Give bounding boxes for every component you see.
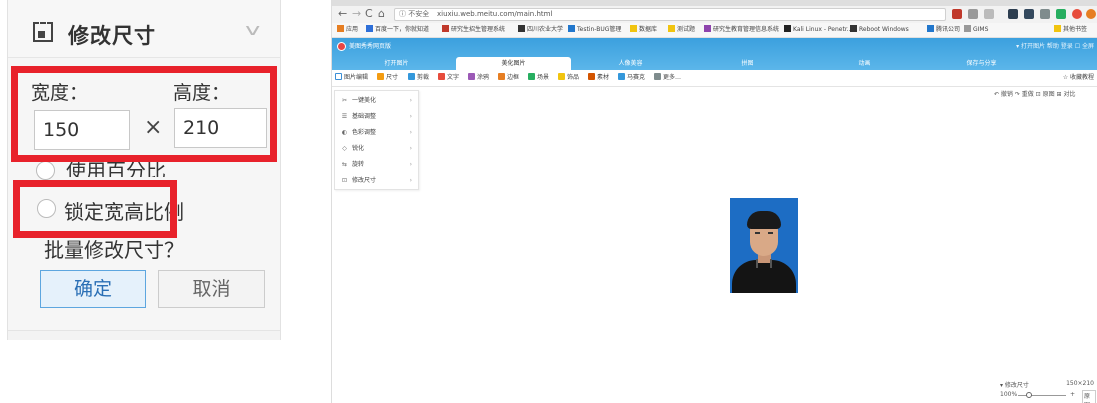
translate-icon[interactable] [952,9,962,19]
extension-icon[interactable] [1008,9,1018,19]
image-size: 150×210 [1066,380,1094,387]
header-actions[interactable]: ▾ 打开图片 帮助 登录 ☐ 全屏 [1016,41,1094,52]
panel-title: 修改尺寸 [68,24,156,48]
chevron-right-icon: › [409,113,412,120]
sharpen-icon: ◇ [342,145,347,152]
tab-open-image[interactable]: 打开图片 [339,57,454,70]
chevron-right-icon: › [409,177,412,184]
tool-item[interactable]: 场景 [528,73,549,83]
portrait-photo [730,198,798,293]
back-icon[interactable]: ← [338,7,347,21]
tutorial-link[interactable]: ☆ 收藏教程 [1063,73,1094,83]
status-title[interactable]: ▾ 修改尺寸 [1000,380,1029,389]
menu-item-basic-adjust[interactable]: ☰ 基础调整 › [335,109,420,125]
bookmark-item[interactable]: 四川农业大学 [518,25,563,35]
tool-item[interactable]: 文字 [438,73,459,83]
tool-item[interactable]: 剪裁 [408,73,429,83]
menu-item-sharpen[interactable]: ◇ 锐化 › [335,141,420,157]
bookmark-item[interactable]: 腾讯公司 [927,25,960,35]
resize-icon [33,22,53,42]
app-logo-icon [337,42,346,51]
menu-item-auto-beautify[interactable]: ✂ 一键美化 › [335,93,420,109]
tool-item[interactable]: 涂鸦 [468,73,489,83]
menu-item-color-adjust[interactable]: ◐ 色彩调整 › [335,125,420,141]
resize-icon: ⊡ [341,177,348,184]
address-bar-row: ← → C ⌂ ⓘ 不安全 xiuxiu.web.meitu.com/main.… [332,6,1097,23]
tool-item[interactable]: 边框 [498,73,519,83]
extension-icon[interactable] [1040,9,1050,19]
highlight-box-lock-ratio [13,180,177,238]
extension-icon[interactable] [1072,9,1082,19]
zoom-icon[interactable] [968,9,978,19]
bookmark-item[interactable]: 研究生教育管理信息系统 [704,25,779,35]
app-tabs: 打开图片 美化图片 人像美容 拼图 动画 保存与分享 [339,57,1091,70]
extension-icon[interactable] [1056,9,1066,19]
bookmark-item[interactable]: 百度一下，你就知道 [366,25,429,35]
bookmark-item[interactable]: Testin-BUG管理 [568,25,621,35]
status-bar: ▾ 修改尺寸 150×210 100% + 原图 [996,378,1096,403]
tab-animation[interactable]: 动画 [807,57,922,70]
star-icon[interactable] [984,9,994,19]
zoom-in-button[interactable]: + [1070,391,1075,398]
reload-icon[interactable]: C [365,7,373,21]
menu-item-rotate[interactable]: ⇆ 旋转 › [335,157,420,173]
cancel-button[interactable]: 取消 [158,270,265,308]
tool-item[interactable]: 饰品 [558,73,579,83]
not-secure-label[interactable]: ⓘ 不安全 [399,9,429,20]
app-header: 美图秀秀网页版 ▾ 打开图片 帮助 登录 ☐ 全屏 打开图片 美化图片 人像美容… [332,38,1097,70]
tab-save-share[interactable]: 保存与分享 [924,57,1039,70]
bookmark-item[interactable]: Kali Linux - Penetr... [784,25,852,35]
edit-toolbar: 图片编辑 尺寸 剪裁 文字 涂鸦 边框 场景 饰品 素材 马赛克 更多… ☆ 收… [332,70,1097,87]
tool-image-edit[interactable]: 图片编辑 [335,73,368,83]
tool-item[interactable]: 素材 [588,73,609,83]
chevron-right-icon: › [409,145,412,152]
url-field[interactable]: ⓘ 不安全 xiuxiu.web.meitu.com/main.html [394,8,946,21]
app-name: 美图秀秀网页版 [349,43,392,50]
original-size-button[interactable]: 原图 [1082,390,1096,403]
resize-panel: 修改尺寸 v 宽度： 高度： × 使用百分比 锁定宽高比例 批量修改尺寸？ 确定… [7,0,281,340]
tab-beautify[interactable]: 美化图片 [456,57,571,70]
sliders-icon: ☰ [341,113,348,120]
bookmark-item[interactable]: 数据库 [630,25,657,35]
bookmark-item[interactable]: 其他书签 [1054,25,1087,35]
bookmark-item[interactable]: 测试题 [668,25,695,35]
forward-icon[interactable]: → [352,7,361,21]
tool-item[interactable]: 更多… [654,73,681,83]
tool-item[interactable]: 尺寸 [377,73,398,83]
panel-header[interactable]: 修改尺寸 v [8,0,280,58]
chevron-right-icon: › [409,97,412,104]
url-text: xiuxiu.web.meitu.com/main.html [437,10,553,18]
tab-collage[interactable]: 拼图 [690,57,805,70]
chevron-right-icon: › [409,129,412,136]
batch-resize-link[interactable]: 批量修改尺寸？ [44,234,184,263]
bookmark-item[interactable]: 研究生招生管理系统 [442,25,505,35]
zoom-level: 100% [1000,391,1018,398]
rotate-icon: ⇆ [341,161,348,168]
panel-footer [8,330,280,340]
browser-window: ← → C ⌂ ⓘ 不安全 xiuxiu.web.meitu.com/main.… [331,0,1097,403]
chevron-right-icon: › [409,161,412,168]
side-menu: ✂ 一键美化 › ☰ 基础调整 › ◐ 色彩调整 › ◇ 锐化 › ⇆ 旋转 › ⊡ 修改尺寸 › [334,90,419,190]
tool-item[interactable]: 马赛克 [618,73,645,83]
home-icon[interactable]: ⌂ [378,7,385,21]
extension-icon[interactable] [1024,9,1034,19]
tab-portrait[interactable]: 人像美容 [573,57,688,70]
canvas-tools[interactable]: ↶ 撤销 ↷ 重做 ⊡ 原图 ⊞ 对比 [994,90,1075,100]
chevron-down-icon[interactable]: v [245,20,260,39]
menu-item-resize[interactable]: ⊡ 修改尺寸 › [335,173,420,189]
wand-icon: ✂ [341,97,348,104]
highlight-box-dimensions [11,66,277,162]
use-percent-checkbox[interactable] [36,161,55,180]
bookmarks-bar: 应用 百度一下，你就知道 研究生招生管理系统 四川农业大学 Testin-BUG… [332,23,1097,38]
zoom-slider-handle[interactable] [1026,392,1032,398]
bookmark-item[interactable]: Reboot Windows [850,25,909,35]
ok-button[interactable]: 确定 [40,270,146,308]
palette-icon: ◐ [341,129,348,136]
extension-icon[interactable] [1086,9,1096,19]
bookmark-item[interactable]: 应用 [337,25,358,35]
bookmark-item[interactable]: GIMS [964,25,988,35]
